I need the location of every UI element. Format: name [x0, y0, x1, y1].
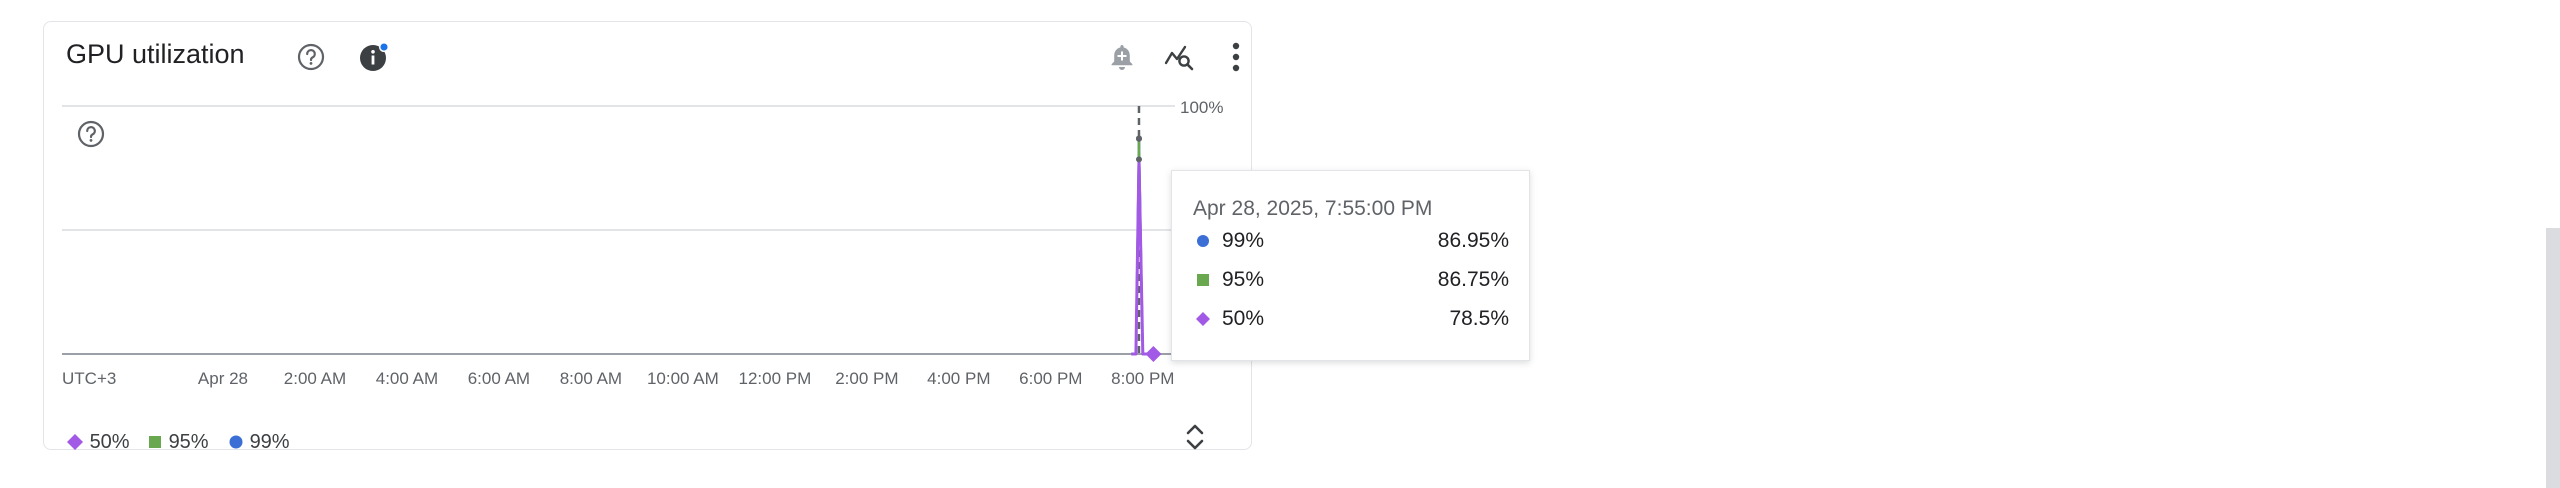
- tooltip-row-50: 50% 78.5%: [1193, 305, 1509, 335]
- x-tick-label: 12:00 PM: [738, 369, 811, 388]
- square-marker-icon: [1197, 274, 1209, 286]
- tooltip-series-value: 86.75%: [1437, 268, 1509, 291]
- hover-point-50: [1135, 156, 1142, 163]
- tooltip-row-99: 99% 86.95%: [1193, 227, 1509, 257]
- tooltip-series-name: 50%: [1222, 307, 1265, 330]
- circle-marker-icon: [1197, 235, 1209, 247]
- x-tick-label: 2:00 AM: [284, 369, 346, 388]
- hover-point-99: [1135, 135, 1142, 142]
- diamond-marker-icon: [1196, 312, 1210, 326]
- diamond-marker-icon: [67, 434, 83, 450]
- x-tick-label: 2:00 PM: [835, 369, 898, 388]
- timezone-label: UTC+3: [62, 369, 116, 388]
- x-tick-label: 4:00 AM: [376, 369, 438, 388]
- legend-label: 95%: [168, 431, 209, 453]
- gpu-utilization-chart[interactable]: 100% UTC+3 Apr 28 2:00 AM 4:00 AM 6:00 AM 8:00…: [0, 0, 1260, 400]
- legend-item-99[interactable]: 99%: [228, 431, 290, 454]
- y-tick-label: 100%: [1180, 98, 1223, 117]
- legend-label: 50%: [89, 431, 130, 453]
- x-tick-label: 6:00 PM: [1019, 369, 1082, 388]
- tooltip-series-value: 78.5%: [1449, 307, 1509, 330]
- circle-marker-icon: [229, 435, 243, 449]
- x-tick-label: 4:00 PM: [927, 369, 990, 388]
- tooltip-series-name: 99%: [1222, 229, 1265, 252]
- x-tick-label: 6:00 AM: [468, 369, 530, 388]
- legend-item-95[interactable]: 95%: [147, 431, 209, 454]
- legend-item-50[interactable]: 50%: [66, 431, 130, 454]
- tooltip-timestamp: Apr 28, 2025, 7:55:00 PM: [1193, 197, 1433, 220]
- tooltip-series-name: 95%: [1222, 268, 1265, 291]
- x-tick-label: 10:00 AM: [647, 369, 719, 388]
- tooltip-series-value: 86.95%: [1437, 229, 1509, 252]
- expand-collapse-icon[interactable]: [1175, 417, 1215, 457]
- page-scrollbar[interactable]: [2546, 228, 2560, 488]
- hover-tooltip: Apr 28, 2025, 7:55:00 PM 99% 86.95% 95% …: [1171, 170, 1530, 361]
- x-tick-label: Apr 28: [198, 369, 248, 388]
- tooltip-row-95: 95% 86.75%: [1193, 266, 1509, 296]
- square-marker-icon: [149, 436, 161, 448]
- x-tick-label: 8:00 PM: [1111, 369, 1174, 388]
- series-end-marker-50: [1145, 346, 1162, 362]
- x-tick-label: 8:00 AM: [560, 369, 622, 388]
- legend-label: 99%: [249, 431, 290, 453]
